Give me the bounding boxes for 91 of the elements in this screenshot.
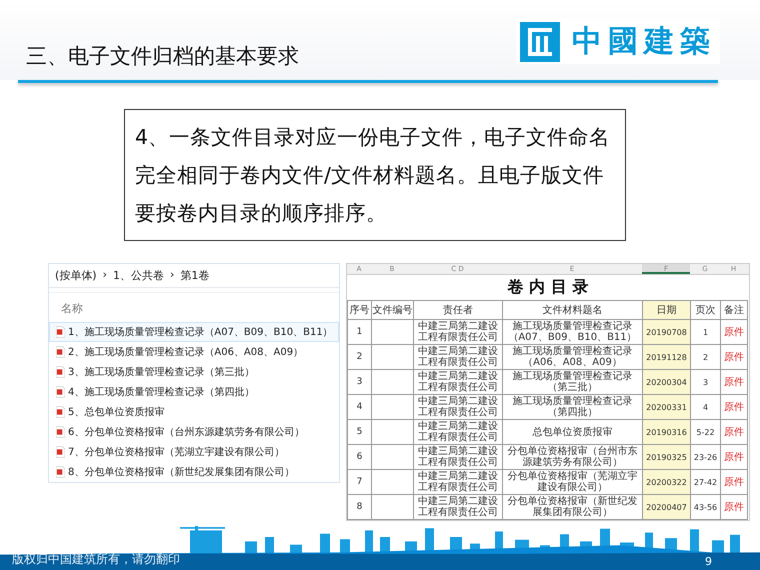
table-cell: 中建三局第二建设工程有限责任公司 xyxy=(414,494,502,520)
table-cell: 原件 xyxy=(720,320,748,344)
table-header-cell: 页次 xyxy=(690,300,720,320)
file-name: 3、施工现场质量管理检查记录（第三批） xyxy=(68,366,254,379)
table-cell: 27-42 xyxy=(690,470,720,494)
file-list-item[interactable]: 8、分包单位资格报审（新世纪发展集团有限公司） xyxy=(49,462,339,482)
table-cell: 1 xyxy=(348,320,372,344)
pdf-file-icon xyxy=(56,366,65,378)
breadcrumb-item[interactable]: › xyxy=(170,268,174,283)
logo-text: 中國建築 xyxy=(572,23,716,61)
table-cell: 8 xyxy=(348,494,372,520)
pdf-file-icon xyxy=(56,326,65,338)
file-list-item[interactable]: 3、施工现场质量管理检查记录（第三批） xyxy=(49,362,339,382)
table-cell: 23-26 xyxy=(690,444,720,470)
table-cell: 3 xyxy=(348,370,372,394)
table-cell: 20190325 xyxy=(642,444,690,470)
file-name: 4、施工现场质量管理检查记录（第四批） xyxy=(68,386,254,399)
table-cell: 分包单位资格报审（芜湖立宇建设有限公司） xyxy=(502,470,642,494)
table-cell: 7 xyxy=(348,470,372,494)
file-list-item[interactable]: 7、分包单位资格报审（芜湖立宇建设有限公司） xyxy=(49,442,339,462)
file-name: 5、总包单位资质报审 xyxy=(68,406,164,419)
table-cell: 4 xyxy=(348,394,372,420)
table-cell: 20200304 xyxy=(642,370,690,394)
table-cell: 20191128 xyxy=(642,344,690,370)
table-cell: 43-56 xyxy=(690,494,720,520)
table-header-cell: 日期 xyxy=(642,300,690,320)
page-number: 9 xyxy=(705,555,712,568)
table-cell: 20200331 xyxy=(642,394,690,420)
file-name: 2、施工现场质量管理检查记录（A06、A08、A09） xyxy=(68,346,304,359)
file-list-item[interactable]: 4、施工现场质量管理检查记录（第四批） xyxy=(49,382,339,402)
pdf-file-icon xyxy=(56,466,65,478)
slide-title: 三、电子文件归档的基本要求 xyxy=(26,43,299,70)
pdf-file-icon xyxy=(56,346,65,358)
table-cell: 施工现场质量管理检查记录（第四批） xyxy=(502,394,642,420)
requirement-text: 4、一条文件目录对应一份电子文件，电子文件命名完全相同于卷内文件/文件材料题名。且电子版文件要按卷内目录的顺序排序。 xyxy=(135,124,612,227)
file-list-item[interactable]: 5、总包单位资质报审 xyxy=(49,402,339,422)
sheet-title: 卷 内 目 录 xyxy=(506,276,590,298)
breadcrumb-item[interactable]: › xyxy=(102,268,107,283)
file-name: 1、施工现场质量管理检查记录（A07、B09、B10、B11） xyxy=(68,326,333,339)
table-cell: 中建三局第二建设工程有限责任公司 xyxy=(414,370,502,394)
breadcrumb-item[interactable]: 第1卷 xyxy=(180,268,210,283)
table-cell: 4 xyxy=(690,394,720,420)
table-cell: 原件 xyxy=(720,370,748,394)
table-cell: 原件 xyxy=(720,444,748,470)
table-cell: 中建三局第二建设工程有限责任公司 xyxy=(414,420,502,444)
table-cell: 中建三局第二建设工程有限责任公司 xyxy=(414,470,502,494)
table-cell: 中建三局第二建设工程有限责任公司 xyxy=(414,394,502,420)
table-cell: 2 xyxy=(348,344,372,370)
breadcrumb-item[interactable]: 1、公共卷 xyxy=(113,268,164,283)
table-header-cell: 文件编号 xyxy=(372,300,414,320)
pdf-file-icon xyxy=(56,406,65,418)
table-cell: 原件 xyxy=(720,494,748,520)
copyright-text: 版权归中国建筑所有，请勿翻印 xyxy=(12,551,180,568)
table-cell: 分包单位资格报审（新世纪发展集团有限公司） xyxy=(502,494,642,520)
file-list-item[interactable]: 1、施工现场质量管理检查记录（A07、B09、B10、B11） xyxy=(49,322,339,342)
table-cell: 施工现场质量管理检查记录（A07、B09、B10、B11） xyxy=(502,320,642,344)
table-header-cell: 责任者 xyxy=(414,300,502,320)
table-cell: 施工现场质量管理检查记录（A06、A08、A09） xyxy=(502,344,642,370)
table-cell: 原件 xyxy=(720,470,748,494)
table-header-cell: 备注 xyxy=(720,300,748,320)
table-cell: 中建三局第二建设工程有限责任公司 xyxy=(414,320,502,344)
table-cell: 施工现场质量管理检查记录（第三批） xyxy=(502,370,642,394)
table-cell: 5 xyxy=(348,420,372,444)
logo-mark-icon xyxy=(520,22,560,62)
file-name: 7、分包单位资格报审（芜湖立宇建设有限公司） xyxy=(68,446,284,459)
table-cell: 6 xyxy=(348,444,372,470)
table-cell: 原件 xyxy=(720,420,748,444)
table-cell: 2 xyxy=(690,344,720,370)
pdf-file-icon xyxy=(56,446,65,458)
file-name: 6、分包单位资格报审（台州东源建筑劳务有限公司） xyxy=(68,426,304,439)
table-cell: 20200322 xyxy=(642,470,690,494)
file-list-item[interactable]: 2、施工现场质量管理检查记录（A06、A08、A09） xyxy=(49,342,339,362)
table-cell: 1 xyxy=(690,320,720,344)
table-cell: 分包单位资格报审（台州市东源建筑劳务有限公司） xyxy=(502,444,642,470)
table-cell: 20190316 xyxy=(642,420,690,444)
table-header-cell: 序号 xyxy=(348,300,372,320)
file-list-item[interactable]: 6、分包单位资格报审（台州东源建筑劳务有限公司） xyxy=(49,422,339,442)
pdf-file-icon xyxy=(56,386,65,398)
breadcrumb-item[interactable]: (按单体) xyxy=(55,268,97,283)
table-cell: 总包单位资质报审 xyxy=(502,420,642,444)
table-cell: 原件 xyxy=(720,344,748,370)
table-cell: 原件 xyxy=(720,394,748,420)
table-header-cell: 文件材料题名 xyxy=(502,300,642,320)
table-cell: 20190708 xyxy=(642,320,690,344)
pdf-file-icon xyxy=(56,426,65,438)
table-cell: 20200407 xyxy=(642,494,690,520)
table-cell: 中建三局第二建设工程有限责任公司 xyxy=(414,444,502,470)
table-cell: 中建三局第二建设工程有限责任公司 xyxy=(414,344,502,370)
file-name: 8、分包单位资格报审（新世纪发展集团有限公司） xyxy=(68,466,294,479)
table-cell: 5-22 xyxy=(690,420,720,444)
table-cell: 3 xyxy=(690,370,720,394)
